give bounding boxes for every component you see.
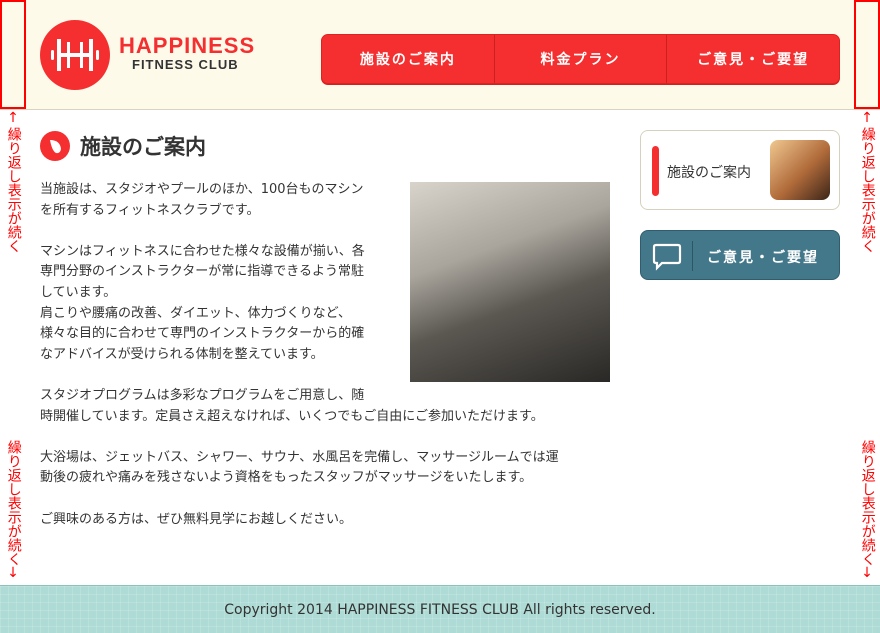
sidebar-feedback-button[interactable]: ご意見・ご要望 bbox=[640, 230, 840, 280]
logo-subtitle[interactable]: FITNESS CLUB bbox=[132, 57, 239, 72]
treadmill-photo bbox=[410, 182, 610, 382]
dumbbell-logo-icon[interactable] bbox=[40, 20, 110, 90]
sidebar-facility-label: 施設のご案内 bbox=[667, 165, 751, 181]
nav-feedback[interactable]: ご意見・ご要望 bbox=[666, 35, 839, 83]
leaf-icon bbox=[40, 131, 70, 161]
content-line: ご興味のある方は、ぜひ無料見学にお越しください。 bbox=[40, 511, 353, 527]
gym-thumbnail bbox=[770, 140, 830, 200]
speech-bubble-icon bbox=[652, 243, 682, 275]
content-line: 時開催しています。定員さえ超えなければ、いくつでもご自由にご参加いただけます。 bbox=[40, 408, 544, 424]
header: HAPPINESS FITNESS CLUB 施設のご案内 料金プラン ご意見・… bbox=[0, 0, 880, 110]
content-line bbox=[40, 427, 610, 448]
copyright-text: Copyright 2014 HAPPINESS FITNESS CLUB Al… bbox=[224, 601, 656, 618]
repeat-note: ↑ 繰り返し表示が続く bbox=[5, 110, 22, 253]
repeat-note: ↑ 繰り返し表示が続く bbox=[859, 110, 876, 253]
footer: Copyright 2014 HAPPINESS FITNESS CLUB Al… bbox=[0, 585, 880, 633]
content-line: 大浴場は、ジェットバス、シャワー、サウナ、水風呂を完備し、マッサージルームでは運 bbox=[40, 449, 559, 465]
sidebar-feedback-label: ご意見・ご要望 bbox=[707, 250, 819, 266]
page-title: 施設のご案内 bbox=[80, 135, 206, 159]
divider bbox=[692, 241, 693, 271]
nav-pricing[interactable]: 料金プラン bbox=[493, 35, 667, 83]
main-nav: 施設のご案内 料金プラン ご意見・ご要望 bbox=[321, 34, 840, 84]
logo-title[interactable]: HAPPINESS bbox=[119, 33, 255, 59]
repeat-marker bbox=[0, 0, 26, 109]
repeat-note: 繰り返し表示が続く ↓ bbox=[5, 440, 22, 581]
repeat-note: 繰り返し表示が続く ↓ bbox=[859, 440, 876, 581]
sidebar-facility-link[interactable]: 施設のご案内 bbox=[640, 130, 840, 210]
content-line bbox=[40, 489, 610, 510]
repeat-marker bbox=[854, 0, 880, 109]
content-line: 動後の疲れや痛みを残さないよう資格をもったスタッフがマッサージをいたします。 bbox=[40, 470, 533, 486]
content-line: スタジオプログラムは多彩なプログラムをご用意し、随 bbox=[40, 387, 365, 403]
accent-bar bbox=[652, 146, 659, 196]
nav-facility[interactable]: 施設のご案内 bbox=[322, 35, 494, 83]
